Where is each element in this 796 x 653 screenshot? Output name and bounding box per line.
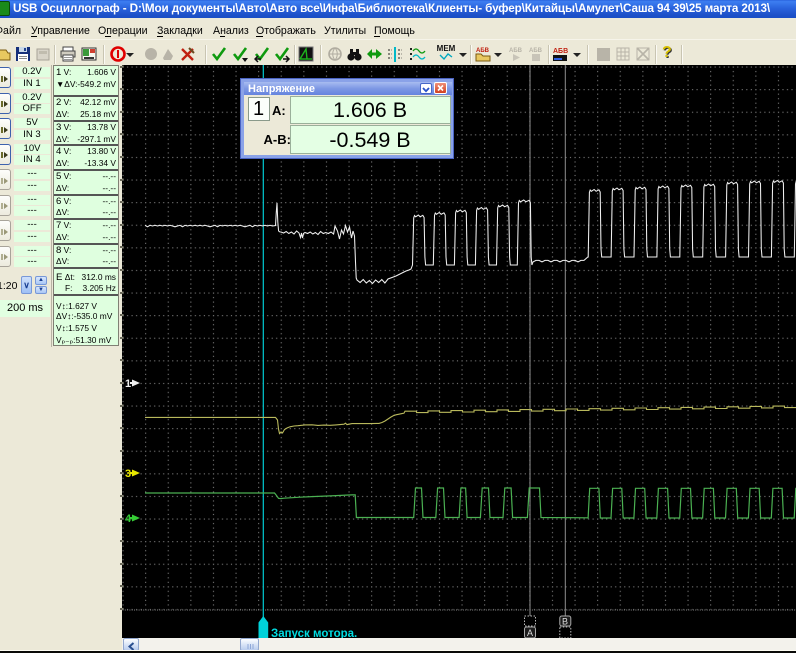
svg-text:A: A (527, 628, 533, 638)
svg-text:АБВ: АБВ (509, 48, 523, 54)
svg-text:АБВ: АБВ (476, 48, 490, 54)
svg-text:АБВ: АБВ (529, 48, 543, 54)
svg-text:АБВ: АБВ (553, 48, 568, 55)
svg-text:B: B (562, 617, 568, 627)
svg-text:Запуск мотора.: Запуск мотора. (271, 628, 357, 638)
